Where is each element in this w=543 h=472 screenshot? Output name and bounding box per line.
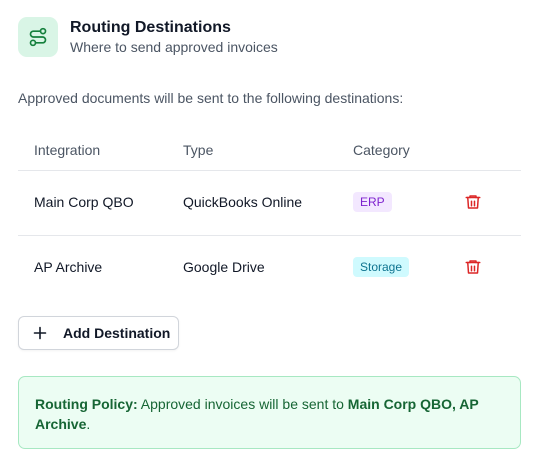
routing-policy-notice: Routing Policy: Approved invoices will b… xyxy=(18,376,521,449)
plus-icon xyxy=(32,325,48,341)
integration-type: Google Drive xyxy=(183,259,265,275)
category-badge: ERP xyxy=(353,192,392,212)
table-header-row: Integration Type Category xyxy=(18,130,521,171)
routing-destinations-panel: Routing Destinations Where to send appro… xyxy=(0,0,543,472)
integration-name: AP Archive xyxy=(34,259,103,275)
column-header-type: Type xyxy=(183,142,214,158)
policy-text: Approved invoices will be sent to xyxy=(137,396,348,412)
route-icon xyxy=(18,17,58,57)
page-subtitle: Where to send approved invoices xyxy=(70,39,278,55)
intro-text: Approved documents will be sent to the f… xyxy=(18,90,404,106)
integration-name: Main Corp QBO xyxy=(34,194,134,210)
trash-icon[interactable] xyxy=(464,258,482,276)
trash-icon[interactable] xyxy=(464,193,482,211)
panel-header: Routing Destinations Where to send appro… xyxy=(18,17,278,57)
page-title: Routing Destinations xyxy=(70,19,231,36)
column-header-category: Category xyxy=(353,142,410,158)
table-row: Main Corp QBO QuickBooks Online ERP xyxy=(18,171,521,236)
add-destination-button[interactable]: Add Destination xyxy=(18,316,179,350)
category-badge: Storage xyxy=(353,257,410,277)
column-header-integration: Integration xyxy=(34,142,101,158)
policy-end: . xyxy=(86,416,91,432)
add-destination-label: Add Destination xyxy=(63,325,171,341)
policy-label: Routing Policy: xyxy=(35,396,138,412)
header-text: Routing Destinations Where to send appro… xyxy=(70,18,278,56)
destinations-table: Integration Type Category Main Corp QBO … xyxy=(18,130,521,300)
table-row: AP Archive Google Drive Storage xyxy=(18,236,521,300)
integration-type: QuickBooks Online xyxy=(183,194,303,210)
